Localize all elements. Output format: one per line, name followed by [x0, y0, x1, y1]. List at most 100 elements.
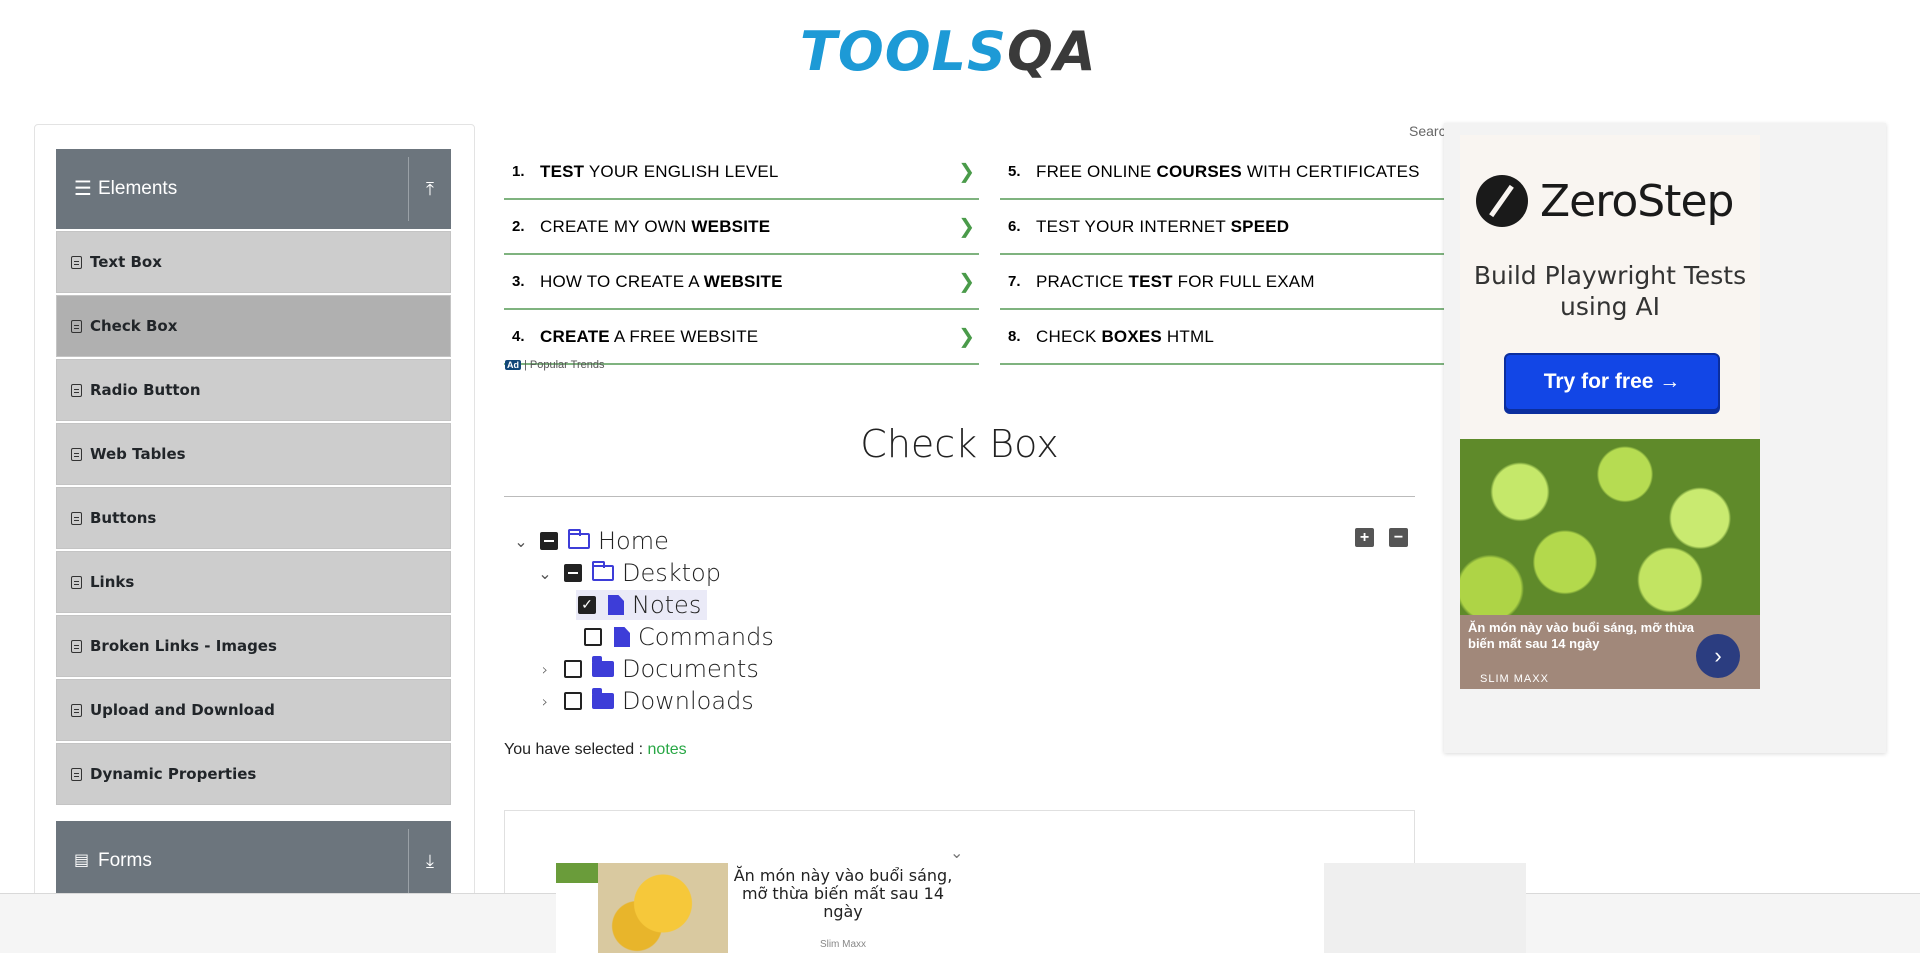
- bottom-ad-text: Ăn món này vào buổi sáng, mỡ thừa biến m…: [733, 866, 953, 921]
- chevron-down-icon[interactable]: ⌄: [950, 843, 963, 863]
- chevron-right-icon: ❯: [958, 271, 975, 293]
- tree-node-desktop: ⌄ Desktop: [538, 558, 721, 588]
- sidebar-item-radio-button[interactable]: Radio Button: [56, 359, 451, 421]
- upload-icon[interactable]: ⤒: [409, 149, 451, 229]
- trend-text: HOW TO CREATE A WEBSITE: [540, 271, 783, 291]
- file-icon: [614, 627, 630, 647]
- toolsqa-logo[interactable]: TOOLSQA: [800, 14, 1130, 90]
- trend-text: CREATE MY OWN WEBSITE: [540, 216, 771, 236]
- sidebar-item-text-box[interactable]: Text Box: [56, 231, 451, 293]
- popular-trends-ad: 1. TEST YOUR ENGLISH LEVEL ❯ 2. CREATE MY O…: [504, 145, 1444, 375]
- trend-link[interactable]: 1. TEST YOUR ENGLISH LEVEL ❯: [504, 145, 979, 200]
- sidebar-item-broken-links[interactable]: Broken Links - Images: [56, 615, 451, 677]
- downloads-checkbox[interactable]: [564, 692, 582, 710]
- trend-number: 3.: [512, 273, 525, 290]
- desktop-checkbox[interactable]: [564, 564, 582, 582]
- tree-node-label[interactable]: Notes: [632, 591, 701, 619]
- search-snippet[interactable]: Search: [1409, 123, 1445, 139]
- trend-number: 5.: [1008, 163, 1021, 180]
- html-icon: [71, 319, 82, 333]
- elements-menu-list: Text Box Check Box Radio Button Web Tabl…: [56, 231, 451, 807]
- trend-link[interactable]: 2. CREATE MY OWN WEBSITE ❯: [504, 200, 979, 255]
- document-icon: ▤: [74, 852, 90, 869]
- food-ad-caption: Ăn món này vào buổi sáng, mỡ thừa biến m…: [1468, 620, 1694, 651]
- bottom-ad-banner[interactable]: Ăn món này vào buổi sáng, mỡ thừa biến m…: [556, 863, 1526, 953]
- collapse-all-button[interactable]: −: [1389, 528, 1408, 547]
- arrow-right-icon[interactable]: ›: [1696, 634, 1740, 678]
- folder-icon: [592, 656, 614, 677]
- sidebar-item-buttons[interactable]: Buttons: [56, 487, 451, 549]
- tree-node-label[interactable]: Commands: [638, 623, 774, 651]
- food-ad-card[interactable]: Ăn món này vào buổi sáng, mỡ thừa biến m…: [1460, 439, 1760, 689]
- home-checkbox[interactable]: [540, 532, 558, 550]
- html-icon: [71, 447, 82, 461]
- chevron-right-icon[interactable]: ›: [538, 660, 552, 679]
- sidebar-item-upload-download[interactable]: Upload and Download: [56, 679, 451, 741]
- zerostep-ad-card[interactable]: ZeroStep Build Playwright Tests using AI…: [1460, 135, 1760, 445]
- logo-part-tools: TOOLS: [800, 20, 1007, 83]
- trend-link[interactable]: 8. CHECK BOXES HTML: [1000, 310, 1444, 365]
- chevron-down-icon[interactable]: ⌄: [514, 532, 528, 551]
- chevron-right-icon: ❯: [958, 216, 975, 238]
- sidebar-item-label: Check Box: [90, 317, 178, 335]
- group-header-elements[interactable]: ☰ Elements ⤒: [56, 149, 451, 229]
- trend-link[interactable]: 7. PRACTICE TEST FOR FULL EXAM: [1000, 255, 1444, 310]
- chevron-right-icon: ❯: [958, 326, 975, 348]
- title-divider: [504, 496, 1415, 497]
- try-for-free-button[interactable]: Try for free →: [1504, 353, 1720, 411]
- html-icon: [71, 511, 82, 525]
- trend-text: CREATE A FREE WEBSITE: [540, 326, 759, 346]
- documents-checkbox[interactable]: [564, 660, 582, 678]
- ad-label[interactable]: Ad | Popular Trends: [505, 359, 605, 371]
- chevron-right-icon[interactable]: ›: [538, 692, 552, 711]
- sidebar-item-label: Upload and Download: [90, 701, 275, 719]
- logo-part-qa: QA: [1006, 20, 1097, 83]
- page-title: Check Box: [860, 422, 1059, 466]
- sidebar-item-label: Buttons: [90, 509, 157, 527]
- tree-node-downloads: › Downloads: [538, 686, 754, 716]
- zerostep-logo: ZeroStep: [1476, 175, 1734, 227]
- group-header-forms[interactable]: ▤ Forms ⤓: [56, 821, 451, 901]
- html-icon: [71, 703, 82, 717]
- bottom-ad-brand: Slim Maxx: [819, 939, 867, 950]
- trend-link[interactable]: 6. TEST YOUR INTERNET SPEED: [1000, 200, 1444, 255]
- chevron-down-icon[interactable]: ⌄: [538, 564, 552, 583]
- tree-node-label[interactable]: Home: [598, 527, 669, 555]
- trends-right-column: 5. FREE ONLINE COURSES WITH CERTIFICATES …: [1000, 145, 1444, 365]
- sidebar-item-label: Text Box: [90, 253, 162, 271]
- trend-number: 6.: [1008, 218, 1021, 235]
- notes-checkbox[interactable]: ✓: [578, 596, 596, 614]
- expand-all-button[interactable]: +: [1355, 528, 1374, 547]
- trend-text: PRACTICE TEST FOR FULL EXAM: [1036, 271, 1315, 291]
- tree-node-label[interactable]: Documents: [622, 655, 759, 683]
- trend-link[interactable]: 4. CREATE A FREE WEBSITE ❯: [504, 310, 979, 365]
- trend-text: TEST YOUR INTERNET SPEED: [1036, 216, 1290, 236]
- bottom-ad-thumb-small: [556, 863, 598, 883]
- tree-node-label[interactable]: Desktop: [622, 559, 721, 587]
- sidebar-item-links[interactable]: Links: [56, 551, 451, 613]
- bottom-ad-image: [598, 863, 728, 953]
- group-header-label: Elements: [98, 178, 178, 199]
- trend-text: FREE ONLINE COURSES WITH CERTIFICATES: [1036, 161, 1420, 181]
- sidebar-item-label: Dynamic Properties: [90, 765, 257, 783]
- html-icon: [71, 767, 82, 781]
- sidebar-item-check-box[interactable]: Check Box: [56, 295, 451, 357]
- group-header-label: Forms: [98, 850, 152, 871]
- trend-link[interactable]: 3. HOW TO CREATE A WEBSITE ❯: [504, 255, 979, 310]
- bottom-ad-filler: [1324, 863, 1526, 953]
- sidebar-item-web-tables[interactable]: Web Tables: [56, 423, 451, 485]
- tree-node-commands: Commands: [584, 622, 774, 652]
- zerostep-subtitle: Build Playwright Tests using AI: [1473, 261, 1747, 321]
- trend-link[interactable]: 5. FREE ONLINE COURSES WITH CERTIFICATES: [1000, 145, 1444, 200]
- trend-number: 1.: [512, 163, 525, 180]
- download-icon[interactable]: ⤓: [409, 821, 451, 901]
- folder-open-icon: [568, 529, 590, 549]
- trend-number: 2.: [512, 218, 525, 235]
- sidebar-item-dynamic-properties[interactable]: Dynamic Properties: [56, 743, 451, 805]
- hamburger-icon: ☰: [74, 178, 92, 200]
- commands-checkbox[interactable]: [584, 628, 602, 646]
- food-ad-brand: SLIM MAXX: [1480, 673, 1549, 685]
- selection-result: You have selected : notes: [504, 741, 687, 759]
- tree-node-label[interactable]: Downloads: [622, 687, 754, 715]
- sidebar-item-label: Broken Links - Images: [90, 637, 277, 655]
